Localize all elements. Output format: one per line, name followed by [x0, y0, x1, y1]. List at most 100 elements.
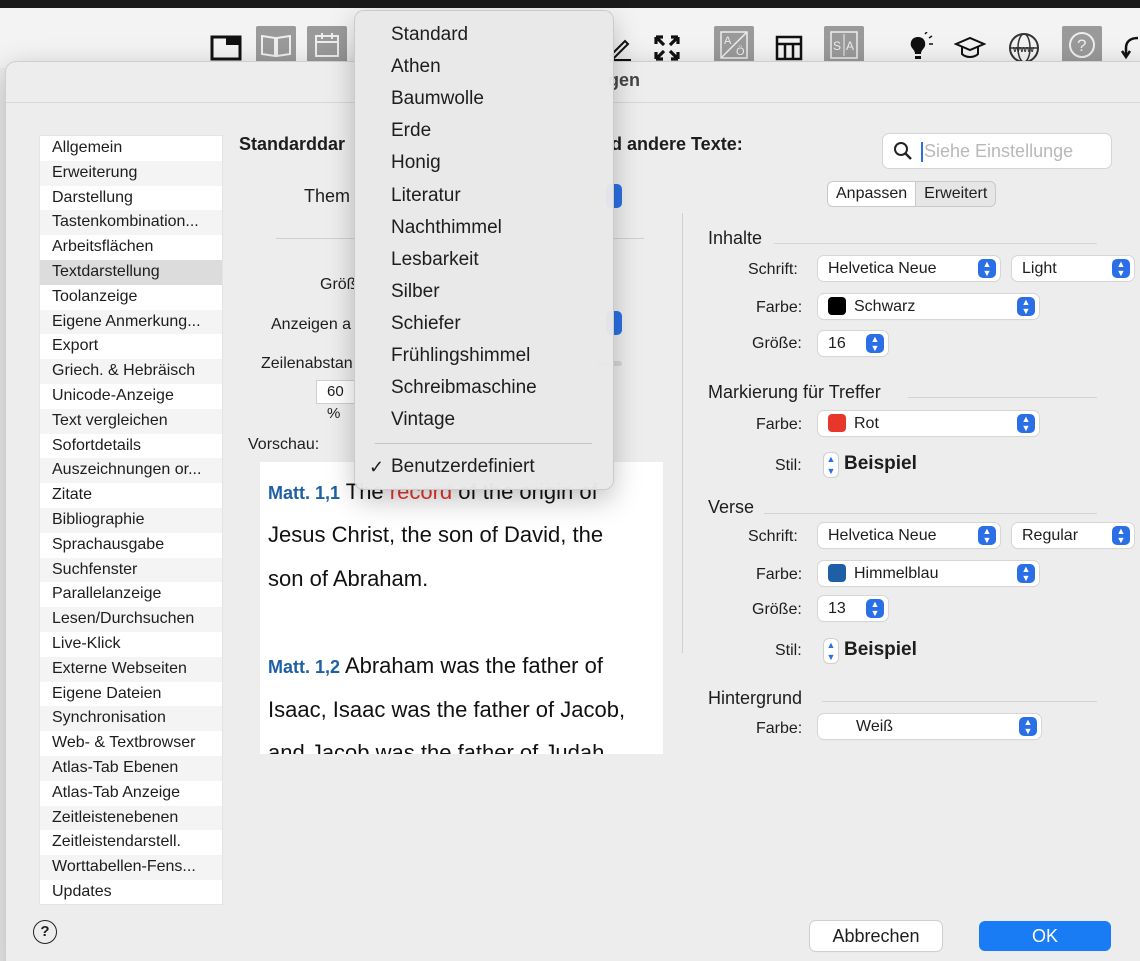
- calendar-icon[interactable]: [307, 26, 347, 64]
- category-sidebar: Allgemein Erweiterung Darstellung Tastenkom…: [39, 135, 223, 905]
- sidebar-item[interactable]: Sprachausgabe: [40, 533, 222, 558]
- menu-item[interactable]: Honig: [391, 152, 441, 174]
- popup-value: Helvetica Neue: [828, 260, 937, 277]
- fullscreen-icon[interactable]: [647, 30, 687, 66]
- ok-button[interactable]: OK: [979, 921, 1111, 951]
- sidebar-item[interactable]: Griech. & Hebräisch: [40, 359, 222, 384]
- verse-font-popup[interactable]: Helvetica Neue ▲ ▼: [818, 523, 1000, 548]
- sidebar-item[interactable]: Allgemein: [40, 136, 222, 161]
- markierung-color-popup[interactable]: Rot ▲ ▼: [818, 411, 1039, 436]
- svg-text:A: A: [724, 35, 732, 47]
- table-icon[interactable]: [769, 30, 809, 66]
- verse-text: Abraham was the father of: [344, 653, 603, 678]
- sidebar-item[interactable]: Text vergleichen: [40, 408, 222, 434]
- www-globe-icon[interactable]: www: [1004, 30, 1044, 66]
- sidebar-item[interactable]: Tastenkombination...: [40, 210, 222, 236]
- text-compare-icon[interactable]: SA: [824, 26, 864, 64]
- book-icon[interactable]: [256, 26, 296, 64]
- sidebar-item[interactable]: Export: [40, 334, 222, 359]
- markierung-style-popup[interactable]: ▲ ▼ Beispiel: [824, 453, 917, 477]
- text-caret: [921, 142, 923, 162]
- menu-item[interactable]: Schreibmaschine: [391, 377, 537, 399]
- svg-text:?: ?: [1077, 36, 1086, 55]
- sidebar-item[interactable]: Zeitleistendarstell.: [40, 830, 222, 855]
- chevron-updown-icon: ▲ ▼: [1019, 717, 1037, 736]
- sidebar-item[interactable]: Suchfenster: [40, 557, 222, 583]
- sidebar-item[interactable]: Parallelanzeige: [40, 582, 222, 607]
- hintergrund-color-popup[interactable]: Weiß ▲ ▼: [818, 714, 1041, 739]
- sidebar-item[interactable]: Zitate: [40, 483, 222, 508]
- menu-item[interactable]: Erde: [391, 120, 431, 142]
- sidebar-item[interactable]: Synchronisation: [40, 706, 222, 732]
- graduation-cap-icon[interactable]: [950, 30, 990, 66]
- sidebar-item[interactable]: Atlas-Tab Ebenen: [40, 755, 222, 781]
- sidebar-item[interactable]: Auszeichnungen or...: [40, 458, 222, 484]
- color-swatch: [828, 414, 846, 432]
- sidebar-item[interactable]: Zeitleistenebenen: [40, 805, 222, 831]
- section-rule: [908, 397, 1097, 398]
- section-heading-end: d andere Texte:: [611, 134, 743, 154]
- markierung-style-label: Stil:: [775, 457, 802, 474]
- sidebar-item[interactable]: Web- & Textbrowser: [40, 731, 222, 756]
- show-label: Anzeigen a: [271, 316, 352, 333]
- sidebar-item[interactable]: Erweiterung: [40, 160, 222, 186]
- segment-advanced[interactable]: Erweitert: [916, 182, 995, 206]
- sidebar-item[interactable]: Lesen/Durchsuchen: [40, 607, 222, 632]
- help-icon[interactable]: ?: [33, 920, 57, 944]
- color-swatch: [828, 564, 846, 582]
- line-spacing-field[interactable]: 60 %: [316, 380, 360, 422]
- chevron-updown-icon: ▲ ▼: [866, 599, 884, 618]
- sidebar-item[interactable]: Updates: [40, 880, 222, 905]
- preview-verse-2-line-2: Isaac, Isaac was the father of Jacob,: [268, 697, 626, 722]
- sidebar-item[interactable]: Eigene Dateien: [40, 682, 222, 707]
- settings-search-field[interactable]: Siehe Einstellunge: [882, 133, 1112, 169]
- sidebar-item[interactable]: Externe Webseiten: [40, 656, 222, 682]
- sidebar-item[interactable]: Textdarstellung: [40, 259, 222, 285]
- menu-item[interactable]: Frühlingshimmel: [391, 345, 530, 367]
- sidebar-item[interactable]: Arbeitsflächen: [40, 235, 222, 260]
- menu-item-benutzerdefiniert[interactable]: Benutzerdefiniert: [391, 456, 535, 478]
- menu-item[interactable]: Baumwolle: [391, 88, 484, 110]
- preview-verse-2-line-3: and Jacob was the father of Judah: [268, 740, 605, 754]
- menu-item[interactable]: Vintage: [391, 409, 455, 431]
- verse-size-popup[interactable]: 13 ▲ ▼: [818, 596, 888, 621]
- menu-item[interactable]: Silber: [391, 281, 440, 303]
- menu-separator: [375, 443, 592, 444]
- inhalte-font-popup[interactable]: Helvetica Neue ▲ ▼: [818, 256, 1000, 281]
- sidebar-item[interactable]: Unicode-Anzeige: [40, 384, 222, 409]
- cancel-button[interactable]: Abbrechen: [810, 921, 942, 951]
- menu-item[interactable]: Schiefer: [391, 313, 461, 335]
- menu-item[interactable]: Literatur: [391, 185, 461, 207]
- verse-weight-popup[interactable]: Regular ▲ ▼: [1012, 523, 1134, 548]
- theme-label: Them: [304, 186, 351, 206]
- inhalte-size-popup[interactable]: 16 ▲ ▼: [818, 331, 888, 356]
- search-placeholder: Siehe Einstellunge: [924, 141, 1074, 161]
- menu-item[interactable]: Nachthimmel: [391, 217, 502, 239]
- menu-item[interactable]: Lesbarkeit: [391, 249, 479, 271]
- verse-style-popup[interactable]: ▲ ▼ Beispiel: [824, 639, 917, 663]
- help-icon[interactable]: ?: [1062, 26, 1102, 64]
- menu-item[interactable]: Athen: [391, 56, 441, 78]
- inhalte-weight-popup[interactable]: Light ▲ ▼: [1012, 256, 1134, 281]
- sidebar-item[interactable]: Worttabellen-Fens...: [40, 855, 222, 880]
- popup-value: Light: [1022, 260, 1057, 277]
- verse-reference: Matt. 1,2: [268, 657, 341, 677]
- translation-icon[interactable]: AÖ: [714, 26, 754, 64]
- verse-color-popup[interactable]: Himmelblau ▲ ▼: [818, 561, 1039, 586]
- lightbulb-icon[interactable]: [898, 30, 938, 66]
- sync-icon[interactable]: [1118, 30, 1140, 66]
- sidebar-item[interactable]: Bibliographie: [40, 507, 222, 533]
- sidebar-item[interactable]: Atlas-Tab Anzeige: [40, 781, 222, 806]
- sidebar-item[interactable]: Darstellung: [40, 186, 222, 211]
- inhalte-color-popup[interactable]: Schwarz ▲ ▼: [818, 294, 1039, 319]
- sidebar-item[interactable]: Toolanzeige: [40, 285, 222, 310]
- chevron-updown-icon: ▲ ▼: [978, 259, 996, 278]
- sidebar-item[interactable]: Eigene Anmerkung...: [40, 309, 222, 335]
- sidebar-item[interactable]: Live-Klick: [40, 632, 222, 657]
- svg-text:Ö: Ö: [736, 46, 745, 58]
- window-icon[interactable]: [206, 30, 246, 66]
- sidebar-item[interactable]: Sofortdetails: [40, 434, 222, 459]
- segment-adjust[interactable]: Anpassen: [828, 182, 917, 206]
- line-spacing-label: Zeilenabstan: [261, 355, 353, 372]
- menu-item[interactable]: Standard: [391, 24, 468, 46]
